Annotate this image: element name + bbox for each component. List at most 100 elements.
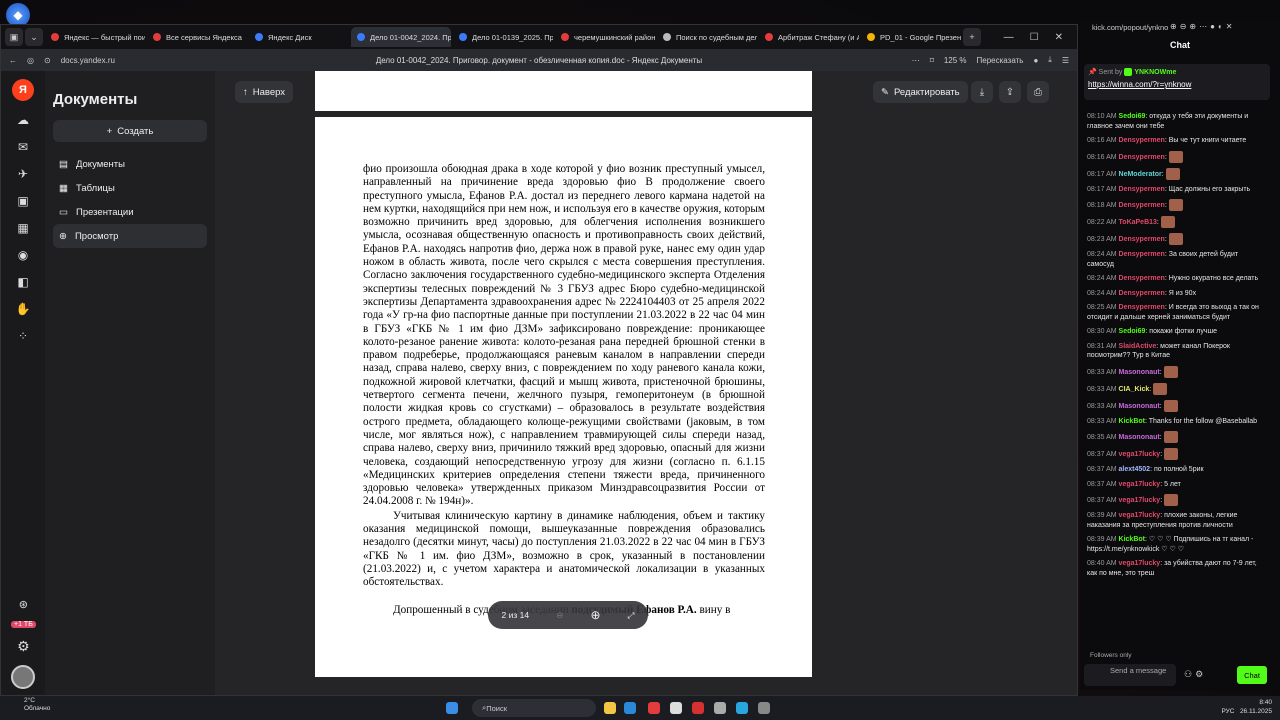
tab-arbitration[interactable]: Арбитраж Стефану (и А — [759, 27, 859, 47]
tab-cheremushki[interactable]: черемушкинский район — [555, 27, 655, 47]
telemost-icon[interactable]: ◉ — [15, 247, 31, 263]
chat-message: 08:35 AM Masononaut: — [1087, 431, 1265, 443]
telegram-icon[interactable] — [736, 702, 748, 714]
bookmark-icon[interactable]: ⌑ — [930, 56, 934, 65]
menu-dots-icon[interactable]: ⋯ — [912, 56, 920, 65]
close-window-icon[interactable]: ✕ — [1055, 32, 1063, 43]
docs-icon[interactable]: ▣ — [15, 193, 31, 209]
chat-send-button[interactable]: Chat — [1237, 666, 1267, 684]
message-username[interactable]: CIA_Kick — [1119, 385, 1150, 392]
edge-icon[interactable] — [624, 702, 636, 714]
taskbar-search[interactable]: ⌕ Поиск — [472, 699, 596, 717]
message-username[interactable]: Densypermen — [1119, 236, 1165, 243]
edit-button[interactable]: ✎ Редактировать — [873, 81, 968, 103]
message-username[interactable]: Densypermen — [1119, 251, 1165, 258]
message-username[interactable]: Densypermen — [1119, 186, 1165, 193]
chat-window-controls[interactable]: ⊕⊖⊕⋯●◐✕ — [1170, 22, 1235, 31]
hand-icon[interactable]: ✋ — [15, 301, 31, 317]
chat-tools[interactable]: ⚇⚙ — [1184, 669, 1206, 680]
settings-gear-icon[interactable]: ⚙ — [17, 638, 30, 655]
pinned-link[interactable]: https://winna.com/?r=ynknow — [1088, 80, 1266, 89]
message-username[interactable]: vega17lucky — [1119, 481, 1161, 488]
quota-badge[interactable]: +1 ТБ — [11, 621, 36, 628]
tab-case-0139[interactable]: Дело 01-0139_2025. Пр — [453, 27, 553, 47]
system-tray[interactable]: РУС 8:40 26.11.2025 — [1221, 698, 1272, 716]
print-icon[interactable]: ⎙ — [1027, 81, 1049, 103]
download-icon[interactable]: ⤓ — [971, 81, 993, 103]
message-username[interactable]: alext4502 — [1119, 466, 1151, 473]
app-icon[interactable] — [758, 702, 770, 714]
chat-url[interactable]: kick.com/popout/ynkno — [1092, 23, 1168, 32]
yandex-browser-icon[interactable] — [648, 702, 660, 714]
download-icon[interactable]: ⤓ — [1048, 55, 1052, 65]
storage-icon[interactable]: ⊛ — [19, 598, 28, 611]
message-username[interactable]: Densypermen — [1119, 153, 1165, 160]
sidebar-item-presentations[interactable]: ▭ Презентации — [53, 200, 207, 224]
message-username[interactable]: ToKaPeB13 — [1119, 219, 1157, 226]
tab-court-search[interactable]: Поиск по судебным дел — [657, 27, 757, 47]
message-username[interactable]: Sedoi69 — [1119, 113, 1146, 120]
message-username[interactable]: Densypermen — [1119, 275, 1165, 282]
message-username[interactable]: Densypermen — [1119, 304, 1165, 311]
message-username[interactable]: Masononaut — [1119, 434, 1160, 441]
scroll-top-button[interactable]: ↑ Наверх — [235, 81, 294, 103]
mail-icon[interactable]: ✉ — [15, 139, 31, 155]
message-username[interactable]: vega17lucky — [1119, 497, 1161, 504]
sidebar-item-view[interactable]: ⊕ Просмотр — [53, 224, 207, 248]
message-username[interactable]: Masononaut — [1119, 368, 1160, 375]
chat-input[interactable]: Send a message — [1084, 664, 1176, 686]
maximize-icon[interactable]: ☐ — [1030, 32, 1039, 43]
weather-widget[interactable]: 2°C Облачно — [24, 697, 50, 713]
new-tab-plus-icon[interactable]: + — [963, 28, 981, 46]
message-username[interactable]: Sedoi69 — [1119, 328, 1146, 335]
message-username[interactable]: Masononaut — [1119, 402, 1160, 409]
tab-yandex-search[interactable]: Яндекс — быстрый поиск — [45, 27, 145, 47]
share-icon[interactable]: ⇪ — [999, 81, 1021, 103]
tab-google-slides[interactable]: PD_01 - Google Презента — [861, 27, 961, 47]
fullscreen-icon[interactable]: ⤢ — [628, 610, 635, 621]
minimize-icon[interactable]: — — [1004, 32, 1014, 43]
tab-yandex-disk[interactable]: Яндекс Диск — [249, 27, 349, 47]
calendar-icon[interactable]: ▦ — [15, 220, 31, 236]
sidebar-item-tables[interactable]: ▦ Таблицы — [53, 176, 207, 200]
message-username[interactable]: Densypermen — [1119, 290, 1165, 297]
tab-yandex-services[interactable]: Все сервисы Яндекса — [147, 27, 247, 47]
message-username[interactable]: KickBot — [1119, 418, 1145, 425]
explorer-icon[interactable] — [604, 702, 616, 714]
retell-button[interactable]: Пересказать — [977, 56, 1024, 65]
back-arrow-icon[interactable]: ← — [9, 56, 17, 65]
forms-icon[interactable]: ◧ — [15, 274, 31, 290]
message-username[interactable]: vega17lucky — [1119, 512, 1161, 519]
create-button[interactable]: + Создать — [53, 120, 207, 142]
cloud-icon[interactable]: ☁ — [15, 112, 31, 128]
yandex-logo-icon[interactable]: Я — [12, 79, 34, 101]
pinned-message[interactable]: 📌 Sent by YNKNOWme https://winna.com/?r=… — [1084, 64, 1270, 100]
message-username[interactable]: NeModerator — [1119, 170, 1162, 177]
settings-icon[interactable]: ☰ — [1062, 56, 1069, 65]
workspace-icon[interactable]: ▣ — [5, 28, 23, 46]
message-username[interactable]: SlaidActive — [1119, 343, 1157, 350]
avatar[interactable] — [11, 665, 36, 689]
message-username[interactable]: KickBot — [1119, 536, 1145, 543]
chat-message: 08:33 AM KickBot: Thanks for the follow … — [1087, 417, 1265, 427]
zoom-out-icon[interactable]: ⊖ — [556, 610, 563, 621]
extension-icon[interactable]: ● — [1033, 56, 1038, 65]
messenger-icon[interactable]: ✈ — [15, 166, 31, 182]
apps-grid-icon[interactable]: ⁘ — [15, 328, 31, 344]
start-icon[interactable] — [446, 702, 458, 714]
settings-icon[interactable] — [714, 702, 726, 714]
sidebar-item-documents[interactable]: ▤ Документы — [53, 152, 207, 176]
zoom-level[interactable]: 125 % — [944, 56, 967, 65]
app-icon[interactable] — [670, 702, 682, 714]
message-username[interactable]: vega17lucky — [1119, 451, 1161, 458]
message-username[interactable]: Densypermen — [1119, 137, 1165, 144]
tab-case-0042[interactable]: Дело 01-0042_2024. Пр× — [351, 27, 451, 47]
chevron-down-icon[interactable]: ⌄ — [25, 28, 43, 46]
url-text[interactable]: docs.yandex.ru — [61, 56, 115, 65]
zoom-in-icon[interactable]: ⊕ — [590, 608, 600, 622]
shield-icon[interactable]: ◎ — [27, 56, 34, 65]
opera-icon[interactable] — [692, 702, 704, 714]
table-icon: ▦ — [59, 182, 68, 194]
message-username[interactable]: vega17lucky — [1119, 560, 1161, 567]
message-username[interactable]: Densypermen — [1119, 202, 1165, 209]
